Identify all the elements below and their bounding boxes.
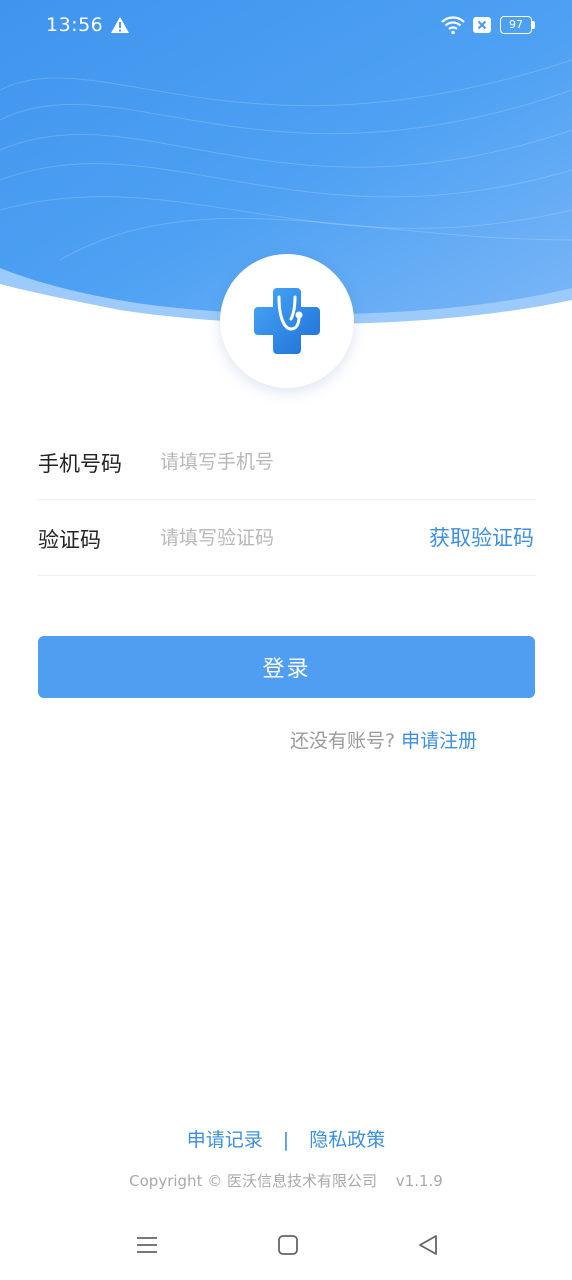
phone-input[interactable] — [160, 446, 410, 478]
footer-links: 申请记录 | 隐私政策 — [0, 1125, 572, 1152]
register-prompt: 还没有账号? — [290, 730, 396, 752]
menu-icon[interactable] — [132, 1230, 162, 1260]
privacy-policy-link[interactable]: 隐私政策 — [309, 1129, 385, 1151]
battery-level: 97 — [500, 16, 532, 34]
home-icon[interactable] — [273, 1230, 303, 1260]
get-code-button[interactable]: 获取验证码 — [429, 522, 534, 552]
register-line: 还没有账号? 申请注册 — [290, 726, 477, 753]
system-nav-bar — [0, 1215, 572, 1275]
code-label: 验证码 — [38, 528, 101, 552]
code-row: 验证码 获取验证码 — [38, 500, 536, 576]
apply-record-link[interactable]: 申请记录 — [187, 1129, 263, 1151]
back-icon[interactable] — [413, 1230, 443, 1260]
app-version: v1.1.9 — [395, 1172, 443, 1190]
status-bar: 13:56 97 — [0, 0, 572, 52]
warning-icon — [111, 17, 129, 33]
status-time: 13:56 — [46, 14, 104, 36]
phone-row: 手机号码 — [38, 424, 536, 500]
copyright-line: Copyright © 医沃信息技术有限公司 v1.1.9 — [0, 1170, 572, 1191]
wifi-icon — [441, 16, 465, 35]
footer-separator: | — [282, 1129, 290, 1151]
phone-label: 手机号码 — [38, 452, 122, 476]
app-logo — [220, 254, 354, 388]
register-link[interactable]: 申请注册 — [401, 730, 477, 752]
code-input[interactable] — [160, 522, 410, 554]
copyright-text: Copyright © 医沃信息技术有限公司 — [129, 1172, 377, 1190]
login-button[interactable]: 登录 — [38, 636, 535, 698]
medical-cross-stethoscope-icon — [254, 288, 320, 354]
battery-icon: 97 — [500, 16, 536, 34]
sim-no-signal-icon — [473, 17, 491, 33]
